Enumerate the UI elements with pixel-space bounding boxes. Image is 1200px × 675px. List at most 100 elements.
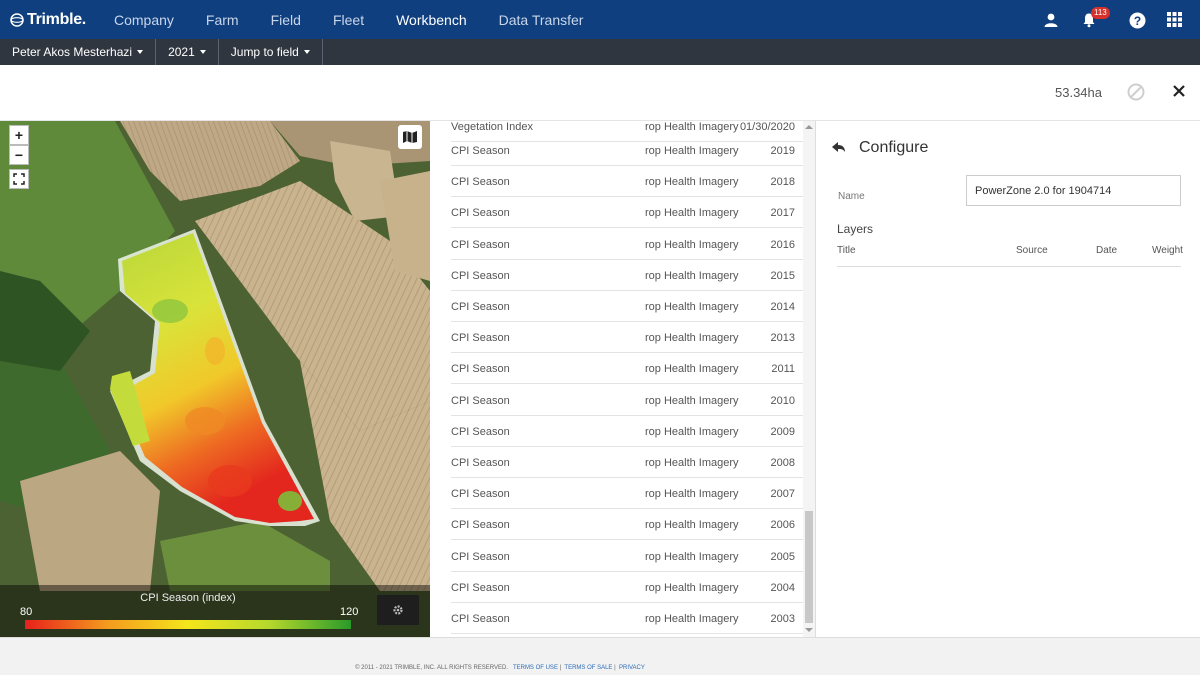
brand-name: Trimble.: [27, 10, 86, 28]
column-header-source: Source: [1016, 245, 1048, 256]
list-scrollbar[interactable]: [803, 121, 815, 637]
list-item[interactable]: CPI Season rop Health Imagery 2009: [451, 416, 803, 447]
list-item-date: 2004: [770, 581, 795, 594]
list-item-date: 2017: [770, 207, 795, 220]
legend-min-value: 80: [20, 606, 33, 618]
list-item[interactable]: CPI Season rop Health Imagery 2003: [451, 603, 803, 634]
list-item-date: 2013: [770, 332, 795, 345]
list-item-date: 2019: [770, 145, 795, 157]
chevron-down-icon: [199, 50, 206, 54]
list-item-date: 2010: [770, 394, 795, 407]
list-item-title: CPI Season: [451, 332, 510, 345]
zoom-in-button[interactable]: +: [9, 125, 29, 145]
nav-farm[interactable]: Farm: [196, 12, 249, 28]
fullscreen-button[interactable]: [9, 169, 29, 189]
layer-list: Vegetation Index rop Health Imagery 01/3…: [430, 121, 815, 637]
column-header-title: Title: [837, 245, 856, 256]
list-item-date: 2007: [770, 488, 795, 501]
year-selector[interactable]: 2021: [156, 39, 219, 65]
scroll-down-arrow[interactable]: [805, 628, 813, 632]
copyright-text: © 2011 - 2021 TRIMBLE, INC. ALL RIGHTS R…: [355, 665, 509, 671]
user-selector[interactable]: Peter Akos Mesterhazi: [0, 39, 157, 65]
back-arrow-icon[interactable]: [832, 141, 846, 153]
list-item-title: CPI Season: [451, 269, 510, 282]
list-item[interactable]: CPI Season rop Health Imagery 2008: [451, 447, 803, 478]
list-item[interactable]: CPI Season rop Health Imagery 2014: [451, 291, 803, 322]
nav-field[interactable]: Field: [261, 12, 311, 28]
list-item[interactable]: CPI Season rop Health Imagery 2004: [451, 572, 803, 603]
legend-color-scale: [25, 620, 351, 629]
nav-right-icons: 113 ?: [1021, 0, 1200, 39]
column-header-weight: Weight: [1152, 245, 1183, 256]
list-item[interactable]: CPI Season rop Health Imagery 2005: [451, 541, 803, 572]
app-grid-icon[interactable]: [1167, 11, 1183, 28]
trimble-logo[interactable]: Trimble.: [0, 11, 92, 29]
list-item-title: CPI Season: [451, 519, 510, 532]
list-item-title: CPI Season: [451, 425, 510, 438]
list-item-title: CPI Season: [451, 238, 510, 251]
privacy-link[interactable]: PRIVACY: [619, 665, 645, 671]
list-item-title: CPI Season: [451, 550, 510, 563]
list-item-title: Vegetation Index: [451, 121, 533, 133]
legend-title: CPI Season (index): [140, 592, 236, 604]
terms-of-sale-link[interactable]: TERMS OF SALE: [564, 665, 612, 671]
map-legend: CPI Season (index) 80 120: [0, 585, 430, 637]
list-item[interactable]: CPI Season rop Health Imagery 2017: [451, 197, 803, 229]
user-icon[interactable]: [1043, 12, 1059, 28]
list-item-source: rop Health Imagery: [645, 332, 739, 345]
list-item-source: rop Health Imagery: [645, 519, 739, 532]
list-item-source: rop Health Imagery: [645, 363, 739, 376]
scroll-up-arrow[interactable]: [805, 125, 813, 129]
footer-text: © 2011 - 2021 TRIMBLE, INC. ALL RIGHTS R…: [355, 665, 645, 671]
list-item[interactable]: CPI Season rop Health Imagery 2011: [451, 353, 803, 385]
name-field[interactable]: [966, 175, 1181, 206]
list-item-title: CPI Season: [451, 363, 510, 376]
list-item-source: rop Health Imagery: [645, 145, 739, 157]
context-bar: Peter Akos Mesterhazi 2021 Jump to field: [0, 39, 1200, 65]
close-icon[interactable]: [1172, 84, 1186, 98]
gear-icon: [393, 605, 403, 615]
list-item[interactable]: CPI Season rop Health Imagery 2006: [451, 509, 803, 541]
jump-to-field-selector[interactable]: Jump to field: [219, 39, 323, 65]
list-item[interactable]: CPI Season rop Health Imagery 2016: [451, 229, 803, 260]
list-item[interactable]: CPI Season rop Health Imagery 2019: [451, 135, 803, 166]
chevron-down-icon: [137, 50, 144, 54]
list-item-source: rop Health Imagery: [645, 613, 739, 625]
list-item-source: rop Health Imagery: [645, 269, 739, 282]
list-item-title: CPI Season: [451, 581, 510, 594]
field-map[interactable]: + − CPI Season (index) 80 120: [0, 121, 430, 637]
legend-settings-button[interactable]: [377, 595, 419, 625]
header-divider: [837, 266, 1181, 267]
list-item-source: rop Health Imagery: [645, 550, 739, 563]
terms-of-use-link[interactable]: TERMS OF USE: [513, 665, 558, 671]
list-item-source: rop Health Imagery: [645, 425, 739, 438]
list-item[interactable]: CPI Season rop Health Imagery 2015: [451, 260, 803, 291]
list-item[interactable]: CPI Season rop Health Imagery 2013: [451, 322, 803, 354]
list-item-source: rop Health Imagery: [645, 301, 739, 313]
list-item-source: rop Health Imagery: [645, 488, 739, 501]
map-icon: [403, 131, 417, 143]
list-item-title: CPI Season: [451, 394, 510, 407]
list-item[interactable]: CPI Season rop Health Imagery 2018: [451, 166, 803, 198]
list-item[interactable]: CPI Season rop Health Imagery 2010: [451, 385, 803, 416]
list-item-title: CPI Season: [451, 457, 510, 469]
list-item-date: 2015: [770, 269, 795, 282]
scroll-thumb[interactable]: [805, 511, 813, 623]
list-item-title: CPI Season: [451, 207, 510, 220]
nav-workbench[interactable]: Workbench: [386, 12, 477, 28]
list-item-date: 2006: [770, 519, 795, 532]
list-item-source: rop Health Imagery: [645, 394, 739, 407]
jump-to-field-label: Jump to field: [230, 45, 299, 59]
nav-company[interactable]: Company: [104, 12, 184, 28]
list-item[interactable]: CPI Season rop Health Imagery 2007: [451, 478, 803, 510]
help-icon[interactable]: ?: [1129, 12, 1146, 28]
notifications-bell-icon[interactable]: 113: [1081, 6, 1110, 28]
nav-data-transfer[interactable]: Data Transfer: [489, 12, 594, 28]
zoom-out-button[interactable]: −: [9, 145, 29, 165]
disabled-icon[interactable]: [1127, 83, 1145, 101]
layers-heading: Layers: [837, 222, 874, 236]
basemap-toggle-button[interactable]: [398, 125, 422, 149]
list-item-title: CPI Season: [451, 613, 510, 625]
top-navigation: Trimble. Company Farm Field Fleet Workbe…: [0, 0, 1200, 39]
nav-fleet[interactable]: Fleet: [323, 12, 374, 28]
